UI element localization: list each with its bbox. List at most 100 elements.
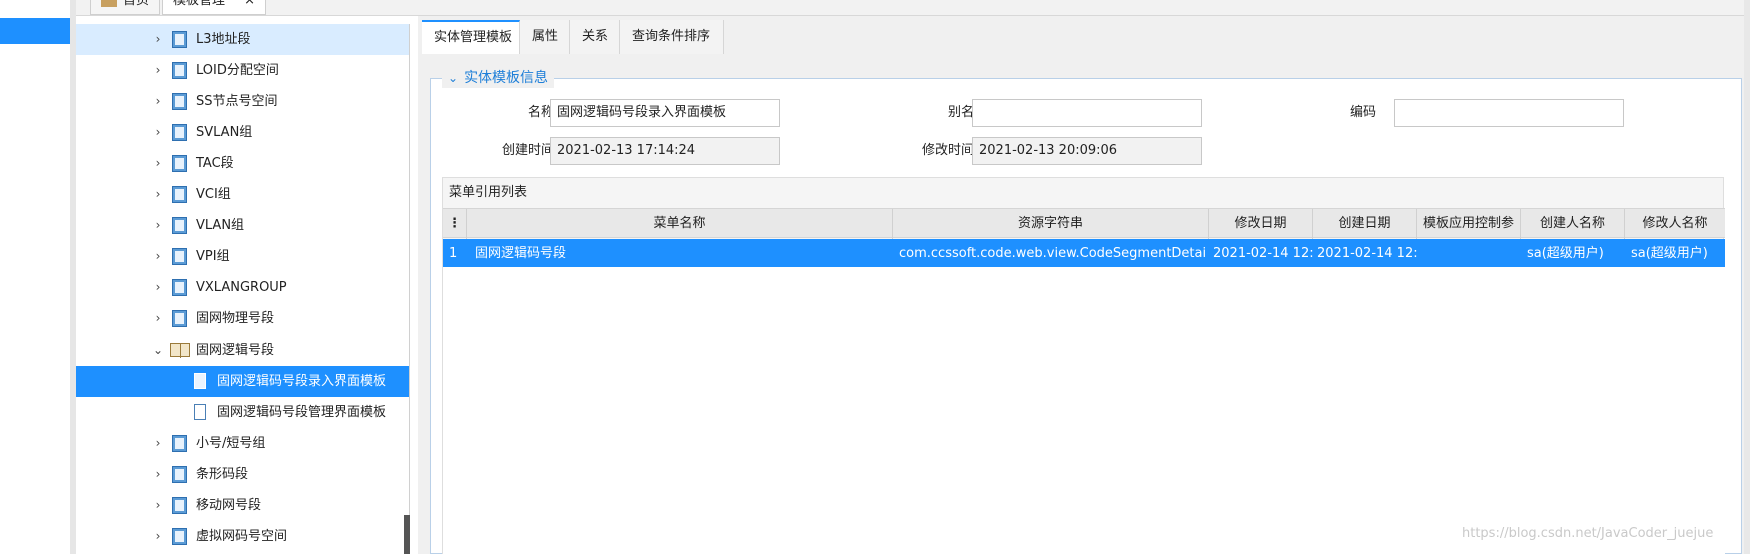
tree-item-label: VPI组: [196, 249, 230, 264]
book-icon: [172, 31, 187, 48]
top-tab-bar: 首页 模板管理 ×: [76, 0, 1750, 16]
chevron-right-icon[interactable]: ›: [152, 521, 164, 552]
alias-label: 别名: [947, 105, 974, 120]
book-icon: [172, 124, 187, 141]
tree-item[interactable]: › VLAN组: [76, 210, 409, 241]
book-icon: [172, 93, 187, 110]
close-icon[interactable]: ×: [244, 0, 255, 8]
left-nav-selected-item[interactable]: [0, 18, 70, 44]
tree-item[interactable]: › SS节点号空间: [76, 86, 409, 117]
row-index: 1: [449, 246, 458, 261]
chevron-right-icon[interactable]: ›: [152, 179, 164, 210]
chevron-right-icon[interactable]: ›: [152, 272, 164, 303]
created-time-field: 2021-02-13 17:14:24: [550, 137, 780, 165]
tree-item[interactable]: › L3地址段: [76, 24, 409, 55]
book-icon: [172, 217, 187, 234]
tree-item[interactable]: › 移动网号段: [76, 490, 409, 521]
book-icon: [172, 466, 187, 483]
tree-item-label: 移动网号段: [196, 498, 262, 513]
book-icon: [172, 248, 187, 265]
header-template-control[interactable]: 模板应用控制参: [1417, 209, 1521, 239]
left-nav-strip: [0, 0, 70, 554]
table-row[interactable]: 1 固网逻辑码号段 com.ccssoft.code.web.view.Code…: [443, 239, 1725, 267]
alias-field[interactable]: [972, 99, 1202, 127]
header-creator-name[interactable]: 创建人名称: [1521, 209, 1625, 239]
tab-attributes[interactable]: 属性: [520, 20, 570, 54]
header-resource-string[interactable]: 资源字符串: [893, 209, 1209, 239]
book-icon: [172, 155, 187, 172]
tree-item-label: 固网物理号段: [196, 311, 275, 326]
book-icon: [172, 62, 187, 79]
tree-item[interactable]: › LOID分配空间: [76, 55, 409, 86]
tree-item[interactable]: › VPI组: [76, 241, 409, 272]
watermark: https://blog.csdn.net/JavaCoder_juejue: [1462, 526, 1714, 541]
tree-item-label: 固网逻辑号段: [196, 343, 275, 358]
tree-item-label: 条形码段: [196, 467, 249, 482]
chevron-right-icon[interactable]: ›: [152, 148, 164, 179]
tree-item-label: SS节点号空间: [196, 94, 278, 109]
code-field[interactable]: [1394, 99, 1624, 127]
chevron-right-icon[interactable]: ›: [152, 428, 164, 459]
chevron-right-icon[interactable]: ›: [152, 210, 164, 241]
tree-item[interactable]: › 固网物理号段: [76, 303, 409, 334]
tree-item[interactable]: › 小号/短号组: [76, 428, 409, 459]
tree-item[interactable]: › VXLANGROUP: [76, 272, 409, 303]
cell-creator-name: sa(超级用户): [1527, 246, 1604, 261]
entity-info-legend-label: 实体模板信息: [464, 70, 549, 86]
header-modified-date[interactable]: 修改日期: [1209, 209, 1313, 239]
right-scrollbar[interactable]: [1744, 0, 1750, 554]
tab-query-sort[interactable]: 查询条件排序: [620, 20, 724, 54]
cell-template-control: [1417, 239, 1521, 267]
tab-home[interactable]: 首页: [90, 0, 160, 15]
tree-item[interactable]: › SVLAN组: [76, 117, 409, 148]
tree-item[interactable]: ⌄ 固网逻辑号段: [76, 335, 409, 366]
tab-entity-template[interactable]: 实体管理模板: [422, 20, 520, 54]
tree-leaf-item[interactable]: 固网逻辑码号段录入界面模板: [76, 366, 409, 397]
tree-item[interactable]: › VCI组: [76, 179, 409, 210]
chevron-right-icon[interactable]: ›: [152, 303, 164, 334]
tree-item-label: 固网逻辑码号段管理界面模板: [217, 405, 387, 420]
tree-item-label: 小号/短号组: [196, 436, 266, 451]
book-icon: [172, 435, 187, 452]
tree-item-label: LOID分配空间: [196, 63, 279, 78]
tab-template-management-label: 模板管理: [173, 0, 226, 8]
chevron-right-icon[interactable]: ›: [152, 117, 164, 148]
tree-item[interactable]: › 条形码段: [76, 459, 409, 490]
name-label: 名称: [527, 105, 554, 120]
cell-created-date: 2021-02-14 12:: [1317, 246, 1417, 261]
tab-relations[interactable]: 关系: [570, 20, 620, 54]
tree-item[interactable]: › TAC段: [76, 148, 409, 179]
tree-scrollbar-thumb[interactable]: [404, 515, 410, 554]
chevron-right-icon[interactable]: ›: [152, 459, 164, 490]
entity-tree: › L3地址段 › LOID分配空间 › SS节点号空间 › SVLAN组 › TAC段 › VCI组…: [76, 24, 410, 554]
chevron-down-icon[interactable]: ⌄: [152, 335, 164, 366]
tree-item-label: 固网逻辑码号段录入界面模板: [217, 374, 387, 389]
book-icon: [172, 528, 187, 545]
chevron-right-icon[interactable]: ›: [152, 490, 164, 521]
chevron-right-icon[interactable]: ›: [152, 86, 164, 117]
header-modifier-name[interactable]: 修改人名称: [1625, 209, 1725, 239]
header-menu-name[interactable]: 菜单名称: [467, 209, 893, 239]
document-icon: [194, 373, 206, 389]
book-icon: [172, 497, 187, 514]
chevron-right-icon[interactable]: ›: [152, 55, 164, 86]
header-created-date[interactable]: 创建日期: [1313, 209, 1417, 239]
cell-modified-date: 2021-02-14 12:: [1213, 246, 1313, 261]
created-time-label: 创建时间: [501, 143, 554, 158]
tree-item-label: TAC段: [196, 156, 234, 171]
cell-resource-string: com.ccssoft.code.web.view.CodeSegmentDet…: [899, 246, 1207, 261]
tab-home-label: 首页: [123, 0, 150, 8]
column-menu-icon[interactable]: ⋮: [443, 209, 467, 239]
chevron-right-icon[interactable]: ›: [152, 241, 164, 272]
tree-item[interactable]: › 虚拟网码号空间: [76, 521, 409, 552]
cell-menu-name: 固网逻辑码号段: [475, 246, 567, 261]
book-icon: [172, 279, 187, 296]
tab-template-management[interactable]: 模板管理 ×: [162, 0, 266, 15]
grid-header: ⋮ 菜单名称 资源字符串 修改日期 创建日期 模板应用控制参 创建人名称 修改人…: [443, 208, 1725, 239]
modified-time-label: 修改时间: [921, 143, 974, 158]
chevron-right-icon[interactable]: ›: [152, 24, 164, 55]
modified-time-field: 2021-02-13 20:09:06: [972, 137, 1202, 165]
tree-leaf-item[interactable]: 固网逻辑码号段管理界面模板: [76, 397, 409, 428]
name-field[interactable]: 固网逻辑码号段录入界面模板: [550, 99, 780, 127]
entity-info-legend[interactable]: ⌄ 实体模板信息: [442, 68, 555, 88]
